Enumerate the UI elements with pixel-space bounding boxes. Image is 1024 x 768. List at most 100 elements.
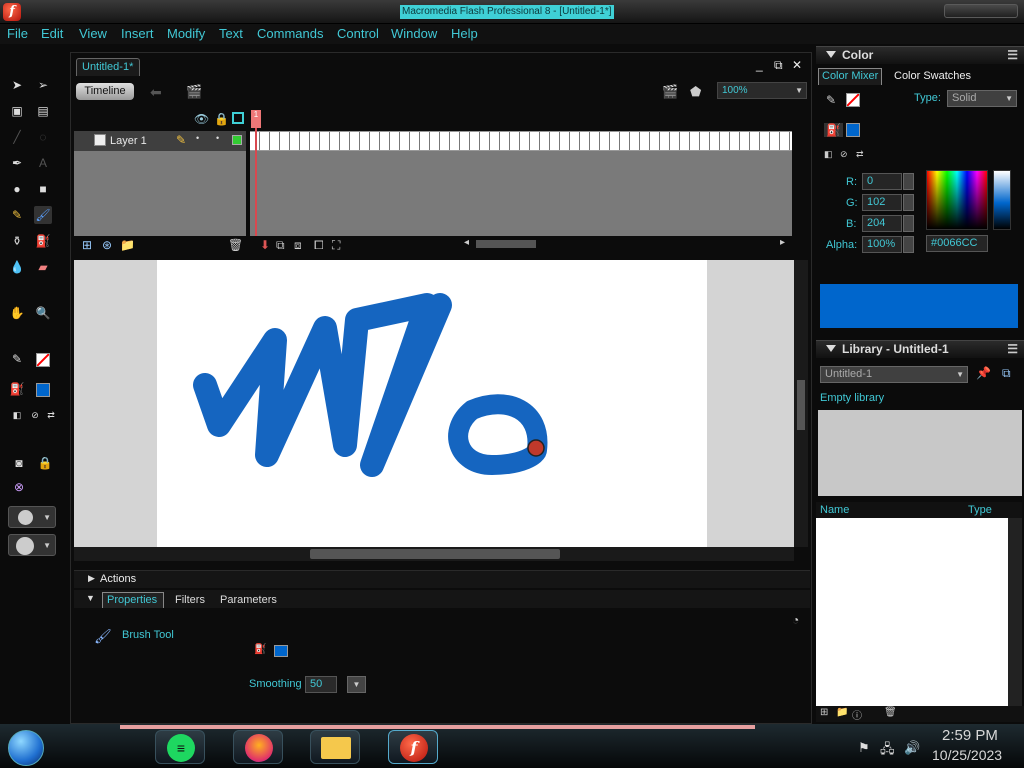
restore-icon[interactable]: ⧉ [774, 58, 783, 73]
taskbar-explorer[interactable] [310, 730, 360, 764]
menu-file[interactable]: File [7, 26, 28, 41]
stage-hscroll-thumb[interactable] [310, 549, 560, 559]
playhead[interactable] [255, 110, 257, 237]
taskbar-flash[interactable]: f [388, 730, 438, 764]
lasso-tool-icon[interactable]: ◌ [34, 128, 52, 146]
close-icon[interactable]: ✕ [792, 58, 802, 72]
clock-date[interactable]: 10/25/2023 [932, 747, 1002, 763]
taskbar-firefox[interactable] [233, 730, 283, 764]
library-col-name[interactable]: Name [820, 504, 849, 516]
add-motion-guide-icon[interactable]: ⊛ [102, 238, 112, 252]
window-controls[interactable] [944, 4, 1018, 18]
smoothing-input[interactable]: 50 [305, 676, 337, 693]
brush-size-select[interactable]: ▼ [8, 506, 56, 528]
text-tool-icon[interactable]: A [34, 154, 52, 172]
outline-color-swatch[interactable] [232, 135, 242, 145]
gradient-transform-icon[interactable]: ▤ [34, 102, 52, 120]
eye-icon[interactable]: 👁 [194, 112, 209, 126]
library-col-type[interactable]: Type [968, 504, 992, 516]
stroke-color-swatch[interactable] [36, 353, 50, 367]
delete-layer-icon[interactable]: 🗑 [228, 238, 243, 252]
swap-colors-icon[interactable]: ⇄ [42, 406, 60, 424]
stage-drawing[interactable] [157, 260, 707, 547]
delete-item-icon[interactable]: 🗑 [884, 707, 897, 718]
start-button[interactable] [8, 730, 44, 766]
onion-skin-icon[interactable]: ⧉ [276, 238, 285, 253]
timeline-toggle-button[interactable]: Timeline [76, 83, 134, 100]
fill-color-swatch-mixer[interactable] [846, 123, 860, 137]
scroll-right-icon[interactable]: ▸ [780, 237, 785, 248]
modify-markers-icon[interactable]: ⛶ [332, 238, 340, 253]
zoom-select[interactable]: 100% ▼ [717, 82, 807, 99]
ink-bottle-icon[interactable]: ⚱ [8, 232, 26, 250]
frames-ruler[interactable] [250, 108, 792, 130]
g-input[interactable]: 102 [862, 194, 902, 211]
tab-color-swatches[interactable]: Color Swatches [894, 70, 971, 82]
new-symbol-icon[interactable]: ⊞ [820, 707, 828, 718]
line-tool-icon[interactable]: ╱ [8, 128, 26, 146]
eraser-tool-icon[interactable]: ▰ [34, 258, 52, 276]
fill-color-swatch[interactable] [36, 383, 50, 397]
menu-insert[interactable]: Insert [121, 26, 154, 41]
scroll-left-icon[interactable]: ◂ [464, 237, 469, 248]
insert-layer-icon[interactable]: ⊞ [82, 238, 92, 252]
layer-row[interactable]: ✎ • • [74, 131, 246, 151]
panel-menu-icon[interactable]: ☰ [1007, 48, 1018, 62]
menu-control[interactable]: Control [337, 26, 379, 41]
no-color-icon[interactable]: ⊘ [840, 149, 848, 160]
actions-panel-header[interactable]: ▶ Actions [74, 570, 810, 588]
stroke-color-swatch-mixer[interactable] [846, 93, 860, 107]
tab-color-mixer[interactable]: Color Mixer [818, 68, 883, 85]
minimize-icon[interactable]: _ [756, 58, 763, 72]
b-spin[interactable] [903, 215, 914, 232]
stage-vscroll-thumb[interactable] [797, 380, 805, 430]
arrow-tool-icon[interactable]: ➤ [8, 76, 26, 94]
black-white-icon[interactable]: ◧ [824, 149, 833, 160]
timeline-hscroll-thumb[interactable] [476, 240, 536, 248]
insert-folder-icon[interactable]: 📁 [120, 238, 135, 252]
alpha-spin[interactable] [903, 236, 914, 253]
color-spectrum-picker[interactable] [926, 170, 988, 230]
eyedropper-icon[interactable]: 💧 [8, 258, 26, 276]
menu-help[interactable]: Help [451, 26, 478, 41]
document-tab[interactable]: Untitled-1* [76, 58, 140, 76]
new-library-panel-icon[interactable]: ⧉ [1002, 366, 1011, 381]
r-spin[interactable] [903, 173, 914, 190]
alpha-input[interactable]: 100% [862, 236, 902, 253]
panel-menu-icon[interactable]: ☰ [1007, 342, 1018, 356]
action-center-icon[interactable]: ⚑ [858, 740, 870, 756]
g-spin[interactable] [903, 194, 914, 211]
onion-outline-icon[interactable]: ⧈ [294, 238, 302, 253]
zoom-tool-icon[interactable]: 🔍 [34, 304, 52, 322]
menu-text[interactable]: Text [219, 26, 243, 41]
brush-tool-icon[interactable]: 🖌 [34, 206, 52, 224]
edit-multiple-frames-icon[interactable]: ⧠ [314, 238, 324, 253]
hex-input[interactable]: #0066CC [926, 235, 988, 252]
swap-colors-icon[interactable]: ⇄ [856, 149, 864, 160]
edit-scene-icon[interactable]: 🎬 [662, 84, 678, 100]
smoothing-slider-button[interactable]: ▼ [347, 676, 366, 693]
r-input[interactable]: 0 [862, 173, 902, 190]
subselect-tool-icon[interactable]: ➢ [34, 76, 52, 94]
edit-symbols-icon[interactable]: ⬟ [690, 84, 701, 100]
lock-icon[interactable]: 🔒 [214, 112, 229, 126]
tab-parameters[interactable]: Parameters [220, 594, 277, 606]
object-drawing-icon[interactable]: ◙ [10, 454, 28, 472]
black-white-icon[interactable]: ◧ [8, 406, 26, 424]
outline-icon[interactable] [232, 112, 244, 124]
library-panel-header[interactable]: Library - Untitled-1 ☰ [816, 340, 1024, 358]
rectangle-tool-icon[interactable]: ■ [34, 180, 52, 198]
tab-properties[interactable]: Properties [102, 592, 164, 608]
library-vscroll[interactable] [1008, 518, 1022, 706]
menu-commands[interactable]: Commands [257, 26, 323, 41]
menu-modify[interactable]: Modify [167, 26, 205, 41]
help-icon[interactable]: ◔ [792, 613, 799, 627]
menu-window[interactable]: Window [391, 26, 437, 41]
collapse-triangle-icon[interactable]: ▼ [86, 593, 95, 603]
volume-icon[interactable]: 🔊 [904, 740, 920, 756]
lock-fill-icon[interactable]: 🔒 [36, 454, 54, 472]
paint-bucket-icon[interactable]: ⛽ [34, 232, 52, 250]
flash-app-icon[interactable]: f [3, 3, 21, 21]
pin-library-icon[interactable]: 📌 [976, 366, 991, 380]
b-input[interactable]: 204 [862, 215, 902, 232]
